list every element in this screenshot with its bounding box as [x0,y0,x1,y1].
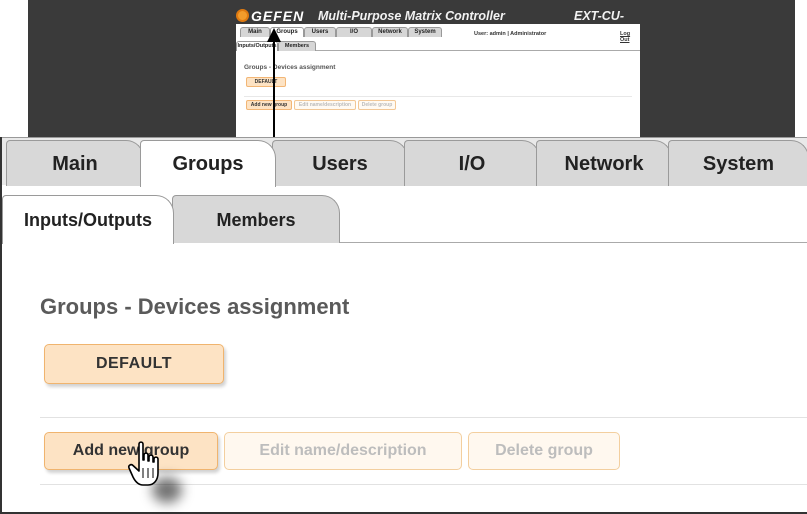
thumbnail-edit-group-button[interactable]: Edit name/description [294,100,356,110]
zoomed-view: Main Groups Users I/O Network System Inp… [0,137,807,514]
tab-groups[interactable]: Groups [140,140,276,187]
delete-group-button[interactable]: Delete group [468,432,620,470]
thumbnail-screenshot: GEFEN Multi-Purpose Matrix Controller EX… [28,0,795,140]
group-default-button[interactable]: DEFAULT [44,344,224,384]
subtab-bar: Inputs/Outputs Members [2,195,807,244]
thumbnail-subtab-inputs-outputs[interactable]: Inputs/Outputs [236,41,278,51]
page-title: Groups - Devices assignment [40,294,350,319]
thumbnail-section-heading: Groups - Devices assignment [244,64,336,71]
divider [40,417,807,418]
thumbnail-tab-main[interactable]: Main [240,27,270,37]
edit-group-button[interactable]: Edit name/description [224,432,462,470]
gefen-logo-icon [236,9,249,22]
tab-members[interactable]: Members [172,195,340,243]
thumbnail-tab-bar: Main Groups Users I/O Network System Use… [236,27,640,43]
app-title: Multi-Purpose Matrix Controller [318,9,505,23]
up-arrow-icon [267,28,281,42]
thumbnail-tab-system[interactable]: System [408,27,442,37]
hand-pointer-icon [128,441,159,486]
tab-system[interactable]: System [668,140,807,186]
tab-inputs-outputs[interactable]: Inputs/Outputs [2,195,174,244]
thumbnail-group-default[interactable]: DEFAULT [246,77,286,87]
zoom-arrow-line [273,40,275,140]
thumbnail-divider [244,96,632,97]
tab-main[interactable]: Main [6,140,144,186]
user-info: User: admin | Administrator [474,31,547,37]
thumbnail-tab-users[interactable]: Users [304,27,336,37]
tab-users[interactable]: Users [272,140,408,186]
main-tab-bar: Main Groups Users I/O Network System [2,137,807,187]
thumbnail-page: Main Groups Users I/O Network System Use… [236,24,640,140]
thumbnail-subtab-bar: Inputs/Outputs Members [236,41,640,51]
thumbnail-delete-group-button[interactable]: Delete group [358,100,396,110]
thumbnail-subtab-members[interactable]: Members [278,41,316,51]
brand-name: GEFEN [251,8,305,24]
tab-network[interactable]: Network [536,140,672,186]
thumbnail-add-group-button[interactable]: Add new group [246,100,292,110]
thumbnail-tab-network[interactable]: Network [372,27,408,37]
thumbnail-tab-io[interactable]: I/O [336,27,372,37]
tab-io[interactable]: I/O [404,140,540,186]
